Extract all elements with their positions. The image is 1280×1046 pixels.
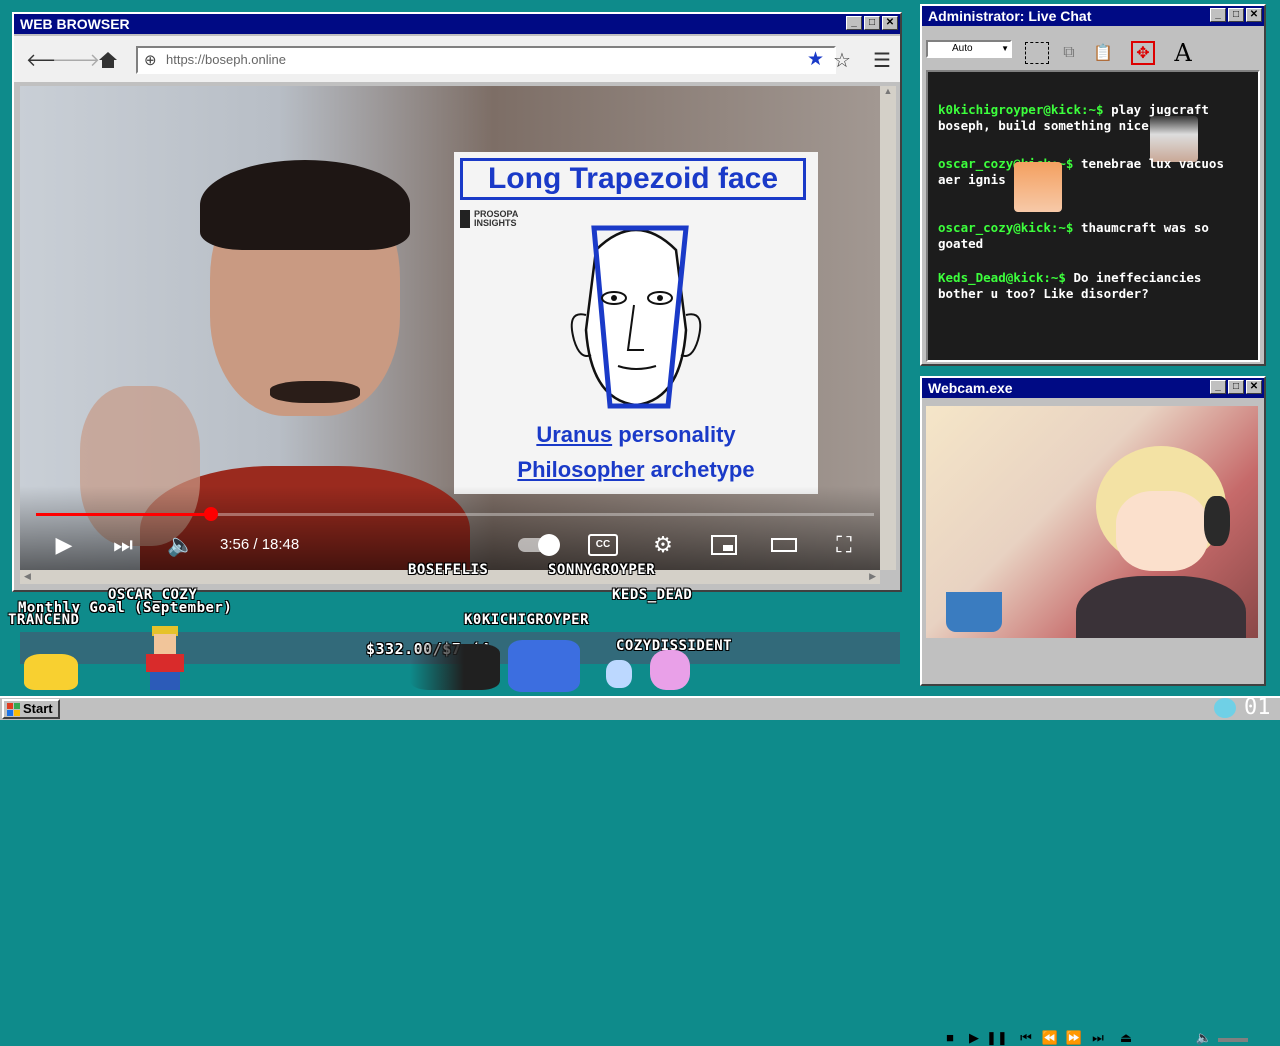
eject-icon[interactable]: ⏏: [1116, 1030, 1136, 1046]
url-text: https://boseph.online: [166, 52, 286, 67]
taskbar: Start 01: [0, 695, 1280, 720]
browser-toolbar: 🡐 🡒 ⊕ https://boseph.online ★ ☆ ☰: [14, 36, 900, 82]
maximize-button[interactable]: □: [864, 16, 880, 30]
pause-icon[interactable]: ❚❚: [986, 1030, 1008, 1046]
video-time: 3:56 / 18:48: [220, 536, 300, 553]
slide-title: Long Trapezoid face: [487, 162, 779, 195]
minimize-button[interactable]: _: [1210, 380, 1226, 394]
volume-icon[interactable]: 🔈: [166, 530, 196, 560]
minimize-button[interactable]: _: [1210, 8, 1226, 22]
sprite-ninja: [410, 644, 500, 690]
browser-title: WEB BROWSER: [20, 16, 130, 32]
webcam-title: Webcam.exe: [928, 380, 1013, 396]
slide-card: Long Trapezoid face PROSOPA INSIGHTS Ura…: [454, 152, 818, 494]
webcam-feed: [926, 406, 1258, 638]
move-icon[interactable]: ✥: [1128, 38, 1158, 68]
vertical-scrollbar[interactable]: ▲: [880, 86, 896, 570]
sprite-small-b: [650, 650, 690, 690]
sprite-pikachu: [24, 654, 78, 690]
viewer-name: KEDS_DEAD: [612, 587, 693, 603]
close-button[interactable]: ✕: [1246, 380, 1262, 394]
fullscreen-icon[interactable]: ⛶: [828, 530, 860, 560]
slide-link-uranus[interactable]: Uranus: [536, 422, 612, 447]
tray-icon[interactable]: [1214, 698, 1236, 718]
menu-icon[interactable]: ☰: [868, 46, 896, 74]
viewer-name: K0KICHIGROYPER: [464, 612, 590, 628]
maximize-button[interactable]: □: [1228, 8, 1244, 22]
volume-slider[interactable]: [1218, 1038, 1248, 1042]
chat-message: Keds_Dead@kick:~$ Do ineffeciancies both…: [938, 270, 1248, 302]
chat-username[interactable]: k0kichigroyper@kick:~$: [938, 102, 1104, 117]
chat-message: oscar_cozy@kick:~$ tenebrae lux vacuos a…: [938, 156, 1248, 212]
copy-icon[interactable]: ⧉: [1054, 38, 1084, 68]
font-icon[interactable]: A: [1168, 38, 1198, 68]
minimize-button[interactable]: _: [846, 16, 862, 30]
sprite-small-a: [606, 660, 632, 688]
maximize-button[interactable]: □: [1228, 380, 1244, 394]
windows-logo-icon: [7, 702, 20, 716]
settings-gear-icon[interactable]: ⚙: [648, 530, 678, 560]
chat-message: oscar_cozy@kick:~$ thaumcraft was so goa…: [938, 220, 1248, 252]
chevron-down-icon: ▼: [1001, 44, 1009, 53]
chat-username[interactable]: Keds_Dead@kick:~$: [938, 270, 1066, 285]
globe-icon: ⊕: [144, 52, 157, 69]
logo-mark-icon: [460, 210, 470, 228]
play-icon[interactable]: ▶: [964, 1030, 984, 1046]
close-button[interactable]: ✕: [882, 16, 898, 30]
controls-gradient: [20, 486, 880, 570]
browser-window: WEB BROWSER _ □ ✕ 🡐 🡒 ⊕ https://boseph.o…: [12, 12, 902, 592]
select-marquee-icon[interactable]: [1022, 38, 1052, 68]
webcam-window: Webcam.exe _ □ ✕ ■ ▶ ❚❚ ⏮ ⏪ ⏩ ⏭ ⏏ 🔈: [920, 376, 1266, 1045]
autoplay-toggle[interactable]: [518, 534, 560, 556]
video-player[interactable]: Long Trapezoid face PROSOPA INSIGHTS Ura…: [20, 86, 880, 570]
skip-back-icon[interactable]: ⏮: [1016, 1030, 1036, 1046]
slide-title-box: Long Trapezoid face: [460, 158, 806, 200]
chat-window: Administrator: Live Chat _ □ ✕ Auto ▼ ⧉ …: [920, 4, 1266, 366]
forward-arrow-icon[interactable]: 🡒: [52, 46, 100, 74]
close-button[interactable]: ✕: [1246, 8, 1262, 22]
skip-forward-icon[interactable]: ⏭: [1088, 1030, 1108, 1046]
home-icon[interactable]: [94, 46, 122, 74]
slide-line-2: Philosopher archetype: [517, 457, 755, 482]
rewind-icon[interactable]: ⏪: [1040, 1030, 1060, 1046]
mug: [946, 592, 1002, 632]
slide-link-philosopher[interactable]: Philosopher: [517, 457, 644, 482]
address-bar[interactable]: ⊕ https://boseph.online ★: [136, 46, 836, 74]
clock: 01: [1244, 695, 1271, 720]
volume-icon[interactable]: 🔈: [1194, 1030, 1214, 1046]
slide-line-1: Uranus personality: [536, 422, 736, 447]
chat-username[interactable]: oscar_cozy@kick:~$: [938, 220, 1073, 235]
paste-icon[interactable]: 📋: [1088, 38, 1118, 68]
viewer-name: SONNYGROYPER: [548, 562, 656, 578]
sprite-luffy: [140, 626, 190, 690]
browser-titlebar[interactable]: WEB BROWSER _ □ ✕: [14, 14, 900, 34]
chat-log[interactable]: k0kichigroyper@kick:~$ play jugcraft bos…: [926, 70, 1260, 362]
play-icon[interactable]: ▶: [50, 530, 78, 560]
viewer-name: OSCAR_COZY: [108, 587, 198, 603]
progress-scrubber[interactable]: [204, 507, 218, 521]
theater-mode-icon[interactable]: [768, 532, 800, 558]
captions-icon[interactable]: CC: [588, 532, 618, 558]
fast-forward-icon[interactable]: ⏩: [1064, 1030, 1084, 1046]
face-drawing: [570, 225, 702, 409]
media-controls: [926, 642, 1258, 676]
miniplayer-icon[interactable]: [708, 532, 740, 558]
star-filled-icon[interactable]: ★: [807, 48, 824, 71]
sprite-robot: [508, 640, 580, 692]
start-button[interactable]: Start: [2, 699, 60, 719]
progress-track[interactable]: [36, 507, 874, 521]
star-outline-icon[interactable]: ☆: [828, 46, 856, 74]
chat-avatar: [1014, 162, 1062, 212]
chat-titlebar[interactable]: Administrator: Live Chat _ □ ✕: [922, 6, 1264, 26]
viewer-name: BOSEFELIS: [408, 562, 489, 578]
next-icon[interactable]: ⏭: [108, 530, 138, 560]
viewer-name: TRANCEND: [8, 612, 80, 628]
chat-title: Administrator: Live Chat: [928, 8, 1092, 24]
stop-icon[interactable]: ■: [940, 1030, 960, 1045]
progress-fill: [36, 513, 211, 516]
chat-message: k0kichigroyper@kick:~$ play jugcraft bos…: [938, 102, 1248, 162]
webcam-titlebar[interactable]: Webcam.exe _ □ ✕: [922, 378, 1264, 398]
avatar-character: [1076, 436, 1246, 638]
font-select[interactable]: Auto ▼: [926, 40, 1012, 58]
